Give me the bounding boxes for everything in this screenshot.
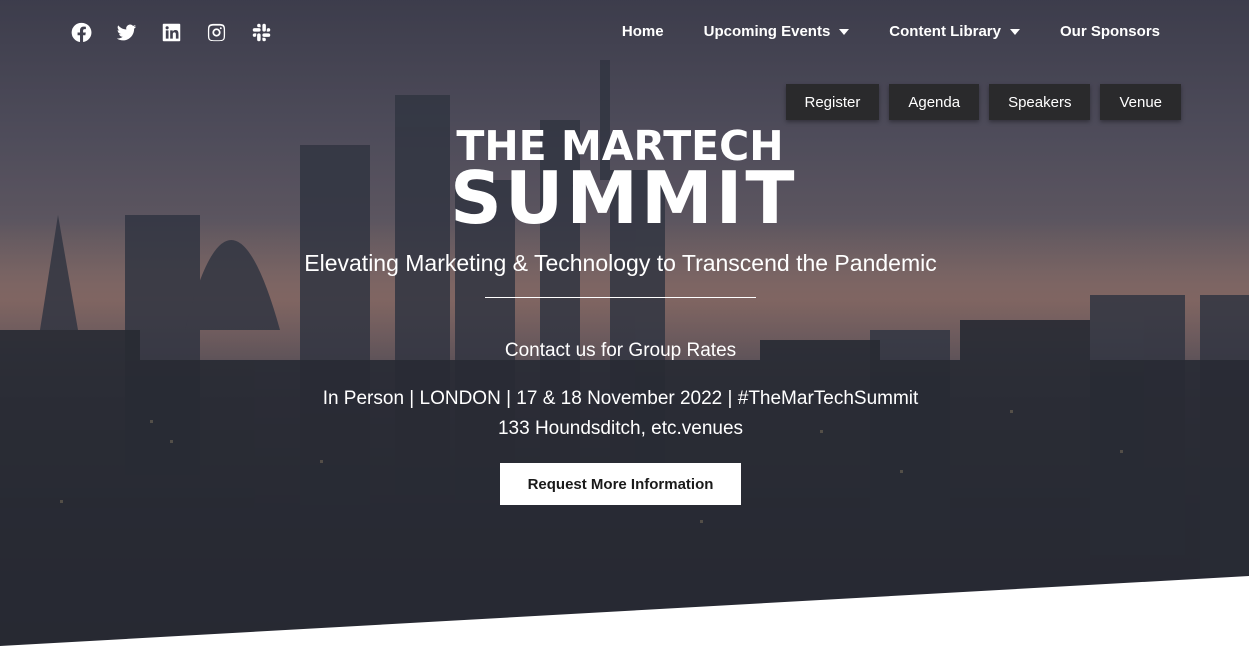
request-info-button[interactable]: Request More Information bbox=[500, 463, 741, 505]
hero-tagline: Elevating Marketing & Technology to Tran… bbox=[304, 250, 937, 276]
nav-content-library-label: Content Library bbox=[889, 23, 1001, 40]
social-links bbox=[70, 21, 295, 43]
event-date-line: In Person | LONDON | 17 & 18 November 20… bbox=[322, 388, 919, 409]
event-subnav: Register Agenda Speakers Venue bbox=[785, 84, 1181, 120]
nav-our-sponsors-label: Our Sponsors bbox=[1059, 23, 1160, 40]
agenda-button[interactable]: Agenda bbox=[889, 84, 980, 120]
nav-content-library[interactable]: Content Library bbox=[889, 23, 1020, 40]
nav-home[interactable]: Home bbox=[622, 23, 664, 40]
twitter-icon[interactable] bbox=[115, 21, 137, 43]
main-nav: Home Upcoming Events Content Library Our… bbox=[582, 23, 1160, 40]
logo-line-2: SUMMIT bbox=[450, 156, 798, 240]
caret-down-icon bbox=[839, 28, 850, 35]
nav-upcoming-events[interactable]: Upcoming Events bbox=[704, 23, 850, 40]
linkedin-icon[interactable] bbox=[160, 21, 182, 43]
register-button[interactable]: Register bbox=[785, 84, 880, 120]
nav-our-sponsors[interactable]: Our Sponsors bbox=[1060, 23, 1160, 40]
caret-down-icon bbox=[1009, 28, 1020, 35]
speakers-button[interactable]: Speakers bbox=[989, 84, 1091, 120]
facebook-icon[interactable] bbox=[70, 21, 92, 43]
hero-divider bbox=[485, 297, 756, 298]
martech-summit-logo: THE MARTECH SUMMIT bbox=[450, 126, 798, 240]
venue-button[interactable]: Venue bbox=[1100, 84, 1181, 120]
nav-upcoming-events-label: Upcoming Events bbox=[703, 23, 831, 40]
slack-icon[interactable] bbox=[250, 21, 272, 43]
event-details: In Person | LONDON | 17 & 18 November 20… bbox=[0, 384, 1241, 444]
group-rates-text: Contact us for Group Rates bbox=[504, 340, 737, 361]
event-venue-line: 133 Houndsditch, etc.venues bbox=[497, 418, 744, 439]
instagram-icon[interactable] bbox=[205, 21, 227, 43]
nav-home-label: Home bbox=[621, 23, 664, 40]
